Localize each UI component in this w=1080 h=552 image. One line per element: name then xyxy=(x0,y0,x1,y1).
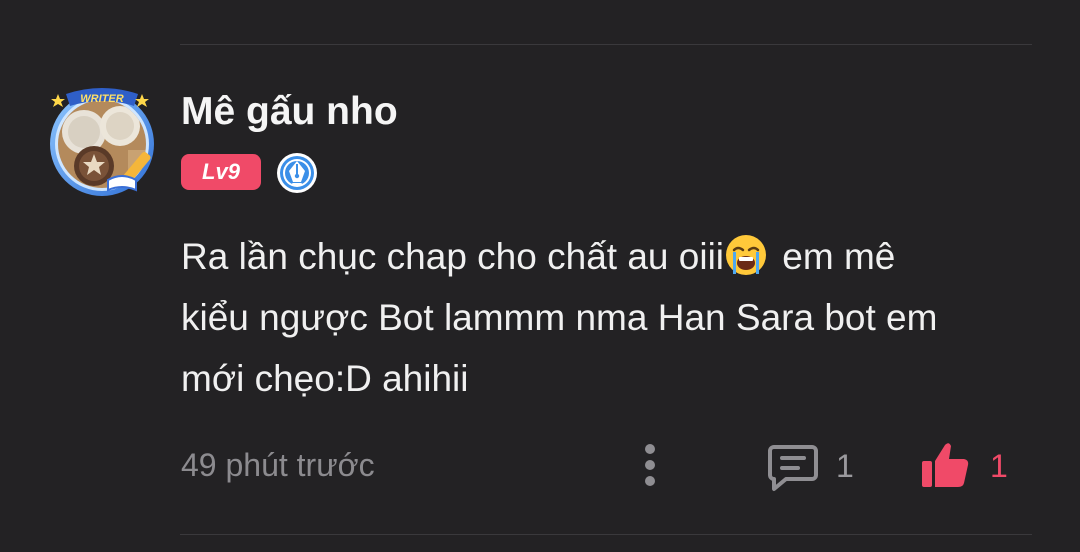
reply-count: 1 xyxy=(836,447,854,484)
reply-button[interactable]: 1 xyxy=(766,438,854,494)
loudly-crying-face-icon xyxy=(724,233,768,277)
level-badge: Lv9 xyxy=(181,154,261,190)
bottom-divider xyxy=(180,534,1032,535)
more-options-button[interactable] xyxy=(634,440,666,490)
like-count: 1 xyxy=(990,447,1008,484)
thumbs-up-icon xyxy=(922,443,969,487)
top-divider xyxy=(180,44,1032,45)
more-dot-icon xyxy=(645,444,655,454)
svg-text:WRITER: WRITER xyxy=(80,93,123,105)
like-button[interactable]: 1 xyxy=(918,438,1008,494)
fountain-pen-icon xyxy=(277,153,317,193)
comment-line-1: Ra lần chục chap cho chất au oiii em mê xyxy=(181,226,1041,287)
timestamp: 49 phút trước xyxy=(181,447,375,483)
writer-avatar-frame-icon: WRITER xyxy=(50,88,154,196)
comment-line-3: mới chẹo:D ahihii xyxy=(181,358,469,399)
more-dot-icon xyxy=(645,476,655,486)
more-dot-icon xyxy=(645,460,655,470)
author-name[interactable]: Mê gấu nho xyxy=(181,90,398,134)
writer-badge xyxy=(276,152,318,194)
avatar[interactable]: WRITER xyxy=(36,80,168,204)
comment-bubble-icon xyxy=(768,445,818,491)
comment-body: Ra lần chục chap cho chất au oiii em mê … xyxy=(181,226,1041,409)
comment-line-2: kiểu ngược Bot lammm nma Han Sara bot em xyxy=(181,297,938,338)
